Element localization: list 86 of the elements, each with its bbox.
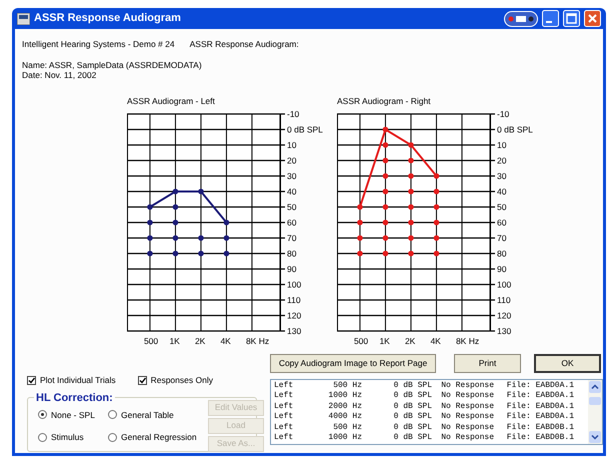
result-cell-text: No Response	[440, 391, 494, 402]
y-tick-label: 100	[287, 279, 302, 290]
frequency-cell-text: 500 Hz	[332, 422, 362, 434]
x-tick-label: 2K	[404, 336, 416, 346]
y-tick-label: 120	[497, 310, 512, 320]
side-cell-text: Left	[274, 412, 294, 423]
y-tick-label: 80	[497, 248, 507, 258]
file-cell-text: File: EABD0B.1	[506, 433, 574, 444]
y-tick-label: 100	[497, 279, 512, 290]
x-tick-label: 1K	[169, 336, 180, 346]
system-label: Intelligent Hearing Systems - Demo # 24	[22, 38, 175, 51]
side-cell-text: Left	[274, 380, 294, 391]
level-cell-text: 0 dB SPL	[392, 433, 432, 444]
frequency-cell-text: 1000 Hz	[327, 391, 362, 402]
y-tick-label: 70	[497, 232, 507, 243]
y-tick-label: 40	[287, 186, 297, 196]
y-tick-label: -10	[497, 108, 510, 119]
chart-title: ASSR Audiogram - Left	[127, 96, 216, 106]
y-tick-label: 90	[497, 264, 507, 274]
x-tick-label: 4K	[220, 336, 232, 346]
x-tick-label: 8K Hz	[456, 336, 480, 346]
y-tick-label: 20	[497, 155, 507, 166]
y-tick-label: 0 dB SPL	[287, 124, 324, 134]
result-cell-text: No Response	[440, 380, 494, 392]
y-tick-label: 0 dB SPL	[497, 124, 534, 134]
y-tick-label: 90	[287, 264, 297, 274]
file-cell-text: File: EABD0A.1	[506, 391, 574, 402]
y-tick-label: 120	[287, 310, 302, 320]
y-tick-label: 70	[287, 232, 297, 243]
y-tick-label: 60	[287, 217, 297, 228]
x-tick-label: 500	[144, 336, 158, 346]
frequency-cell-text: 500 Hz	[332, 380, 362, 392]
y-tick-label: 50	[287, 202, 297, 212]
patient-name: Name: ASSR, SampleData (ASSRDEMODATA)	[22, 60, 203, 70]
radio-label: General Table	[121, 408, 174, 422]
radio-label: None - SPL	[51, 408, 95, 422]
y-tick-label: 10	[287, 140, 297, 150]
frequency-cell-text: 2000 Hz	[327, 402, 362, 412]
x-tick-label: 8K Hz	[246, 336, 270, 346]
result-cell-text: No Response	[440, 433, 494, 444]
y-tick-label: 30	[497, 170, 507, 181]
result-cell-text: No Response	[440, 412, 494, 423]
result-cell-text: No Response	[440, 402, 494, 412]
side-cell-text: Left	[274, 433, 294, 444]
y-tick-label: 130	[497, 326, 512, 336]
y-tick-label: 50	[497, 202, 507, 212]
level-cell-text: 0 dB SPL	[392, 391, 432, 402]
y-tick-label: 10	[497, 140, 507, 150]
file-cell-text: File: EABD0B.1	[506, 422, 574, 433]
chart-title: ASSR Audiogram - Right	[337, 96, 432, 106]
y-tick-label: 40	[497, 186, 507, 196]
y-tick-label: 80	[287, 248, 297, 258]
y-tick-label: 60	[497, 217, 507, 228]
checkbox-label: Plot Individual Trials	[40, 374, 116, 386]
window-title: ASSR Response Audiogram	[34, 11, 182, 26]
file-cell-text: File: EABD0A.1	[506, 412, 574, 423]
result-cell-text: No Response	[440, 422, 494, 434]
x-tick-label: 4K	[430, 336, 442, 346]
file-cell-text: File: EABD0A.1	[506, 380, 574, 391]
test-date: Date: Nov. 11, 2002	[22, 70, 96, 80]
y-tick-label: -10	[287, 108, 300, 119]
level-cell-text: 0 dB SPL	[392, 402, 432, 412]
action-button[interactable]: OK	[534, 354, 601, 373]
file-cell-text: File: EABD0A.1	[506, 402, 574, 412]
y-tick-label: 20	[287, 155, 297, 166]
side-cell-text: Left	[274, 391, 294, 402]
radio-label: General Regression	[121, 431, 197, 444]
action-button[interactable]: Copy Audiogram Image to Report Page	[270, 354, 436, 373]
x-tick-label: 500	[354, 336, 368, 346]
frequency-cell-text: 1000 Hz	[327, 433, 362, 444]
y-tick-label: 110	[497, 294, 511, 305]
action-button[interactable]: Print	[454, 354, 521, 373]
x-tick-label: 1K	[379, 336, 390, 346]
level-cell-text: 0 dB SPL	[392, 422, 432, 433]
level-cell-text: 0 dB SPL	[392, 412, 432, 423]
report-label: ASSR Response Audiogram:	[190, 38, 299, 51]
side-cell-text: Left	[274, 422, 294, 433]
y-tick-label: 110	[287, 294, 301, 305]
checkbox-label: Responses Only	[150, 374, 213, 386]
radio-label: Stimulus	[51, 431, 84, 444]
y-tick-label: 130	[287, 326, 302, 336]
side-cell-text: Left	[274, 402, 294, 412]
frequency-cell-text: 4000 Hz	[327, 412, 362, 423]
x-tick-label: 2K	[194, 336, 206, 346]
y-tick-label: 30	[287, 170, 297, 181]
level-cell-text: 0 dB SPL	[392, 380, 432, 391]
